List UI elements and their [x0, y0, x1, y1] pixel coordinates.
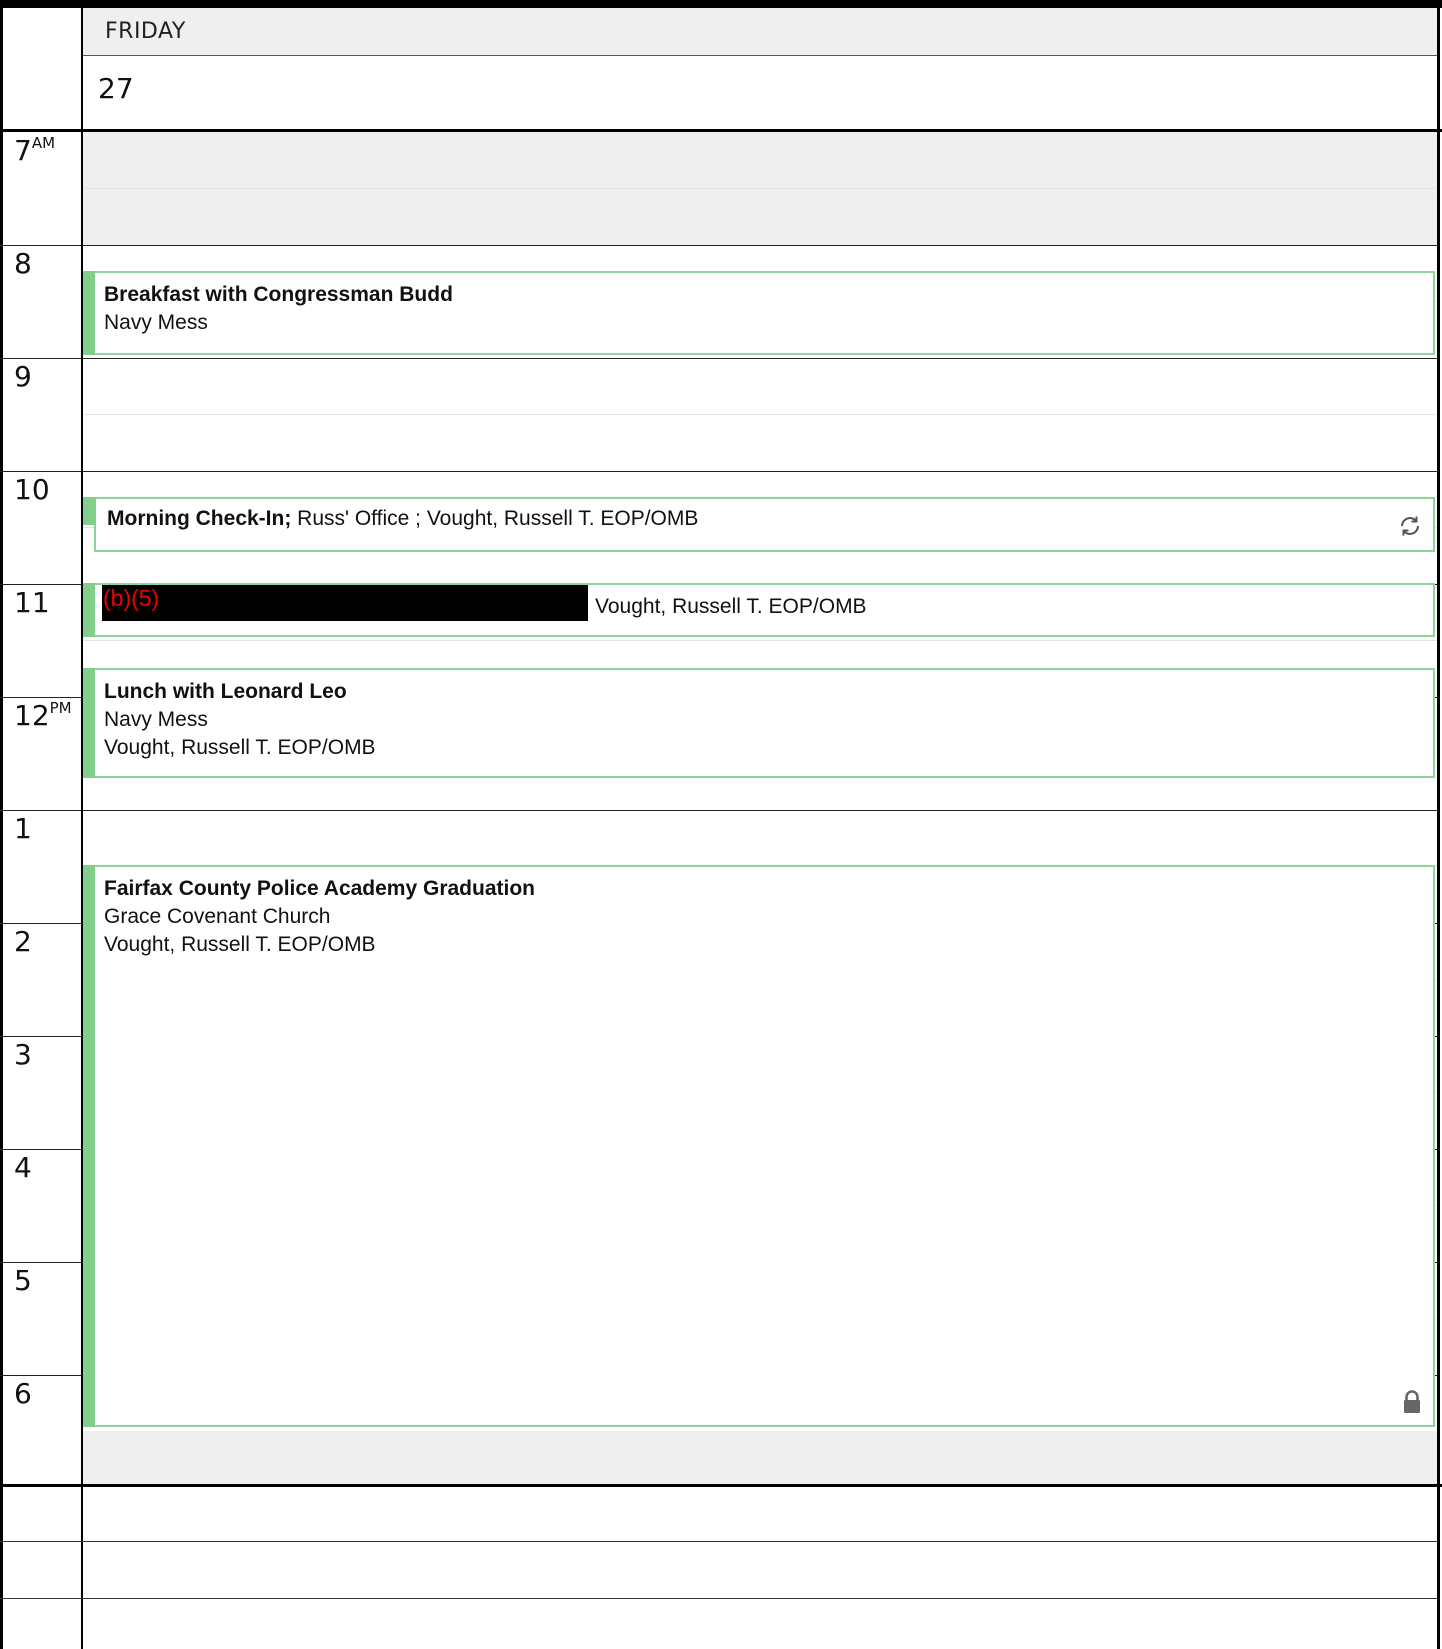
- hour-label-5pm: 5: [14, 1264, 32, 1297]
- hour-label-6pm: 6: [14, 1377, 32, 1410]
- redaction-block: (b)(5): [102, 585, 588, 621]
- recurring-icon: [1397, 513, 1423, 539]
- event-location: Navy Mess: [104, 708, 208, 731]
- event-color-bar: [83, 865, 95, 1427]
- calendar-day-view: FRIDAY 27 7AM 8 9 10 11 12PM 1 2 3 4 5 6…: [0, 0, 1442, 1649]
- left-border: [0, 0, 3, 1649]
- hour-label-8am: 8: [14, 247, 32, 280]
- event-color-bar: [83, 497, 96, 525]
- footer-divider: [0, 1484, 1442, 1487]
- event-attendee: Vought, Russell T. EOP/OMB: [104, 933, 376, 956]
- event-color-bar: [83, 668, 95, 778]
- event-lunch[interactable]: Lunch with Leonard Leo Navy Mess Vought,…: [83, 668, 1435, 778]
- footer-row-divider: [0, 1598, 1437, 1599]
- hour-slot-9am[interactable]: [83, 358, 1437, 471]
- event-breakfast[interactable]: Breakfast with Congressman Budd Navy Mes…: [83, 271, 1435, 355]
- hour-divider: [0, 245, 1437, 246]
- hour-label-12pm: 12PM: [14, 698, 72, 732]
- event-attendee: Vought, Russell T. EOP/OMB: [104, 736, 376, 759]
- lock-icon: [1399, 1389, 1425, 1415]
- event-title: Breakfast with Congressman Budd: [104, 283, 453, 306]
- redaction-code: (b)(5): [103, 585, 160, 611]
- footer-row-divider: [0, 1541, 1437, 1542]
- day-name: FRIDAY: [105, 19, 186, 44]
- hour-label-7am: 7AM: [14, 133, 56, 167]
- event-title: Fairfax County Police Academy Graduation: [104, 877, 535, 900]
- event-location: Navy Mess: [104, 311, 208, 334]
- event-attendee: Vought, Russell T. EOP/OMB: [595, 595, 867, 618]
- hour-divider: [0, 471, 1437, 472]
- top-border: [0, 0, 1442, 8]
- hour-divider: [0, 810, 1437, 811]
- hour-label-1pm: 1: [14, 812, 32, 845]
- event-morning-check-in[interactable]: Morning Check-In; Russ' Office ; Vought,…: [83, 497, 1435, 552]
- hour-label-10am: 10: [14, 473, 50, 506]
- event-graduation[interactable]: Fairfax County Police Academy Graduation…: [83, 865, 1435, 1427]
- right-border: [1437, 0, 1440, 1649]
- event-color-bar: [83, 583, 95, 637]
- hour-label-4pm: 4: [14, 1151, 32, 1184]
- day-header[interactable]: FRIDAY: [83, 8, 1437, 56]
- event-title: Morning Check-In;: [107, 507, 292, 530]
- hour-label-9am: 9: [14, 360, 32, 393]
- event-color-bar: [83, 271, 95, 355]
- hour-slot-7am[interactable]: [83, 132, 1437, 245]
- event-location: Grace Covenant Church: [104, 905, 331, 928]
- day-date-row[interactable]: 27: [83, 56, 1437, 130]
- event-title: Lunch with Leonard Leo: [104, 680, 347, 703]
- day-number: 27: [98, 72, 134, 105]
- header-divider: [0, 129, 1442, 132]
- hour-label-2pm: 2: [14, 925, 32, 958]
- event-redacted[interactable]: (b)(5) Vought, Russell T. EOP/OMB: [83, 583, 1435, 637]
- event-details: Russ' Office ; Vought, Russell T. EOP/OM…: [291, 507, 699, 530]
- hour-label-11am: 11: [14, 586, 50, 619]
- hour-label-3pm: 3: [14, 1038, 32, 1071]
- hour-divider: [0, 358, 1437, 359]
